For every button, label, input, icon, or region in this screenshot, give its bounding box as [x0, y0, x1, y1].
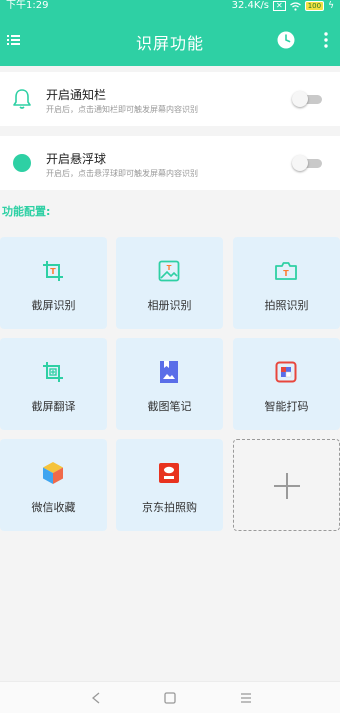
function-tile-screenshot-note[interactable]: 截图笔记: [116, 338, 223, 430]
note-icon: [157, 360, 181, 384]
wifi-icon: [289, 1, 301, 11]
crop-text-icon: T: [41, 259, 65, 283]
battery-icon: 100: [304, 1, 325, 11]
setting-floating-ball: 开启悬浮球 开启后，点击悬浮球即可触发屏幕内容识别: [0, 136, 340, 190]
function-tile-screenshot-ocr[interactable]: T 截屏识别: [0, 237, 107, 329]
more-vert-icon[interactable]: [316, 28, 336, 52]
network-speed: 32.4K/s: [231, 0, 269, 11]
home-icon[interactable]: [162, 690, 178, 706]
setting-title: 开启悬浮球: [46, 152, 107, 166]
toggle-thumb: [292, 91, 308, 107]
function-tile-camera-ocr[interactable]: T 拍照识别: [233, 237, 340, 329]
svg-text:T: T: [50, 267, 56, 276]
wechat-favorites-icon: [41, 461, 65, 485]
setting-notification-bar: 开启通知栏 开启后，点击通知栏即可触发屏幕内容识别: [0, 72, 340, 126]
status-bar: 下午1:29 32.4K/s ✕ 100 ϟ: [0, 0, 340, 14]
mosaic-icon: [274, 360, 298, 384]
setting-description: 开启后，点击通知栏即可触发屏幕内容识别: [46, 105, 198, 114]
sim-icon: ✕: [272, 1, 286, 11]
bell-icon: [10, 87, 34, 111]
tile-label: 拍照识别: [264, 299, 309, 312]
floating-ball-icon: [10, 151, 34, 175]
setting-description: 开启后，点击悬浮球即可触发屏幕内容识别: [46, 169, 198, 178]
section-label: 功能配置:: [2, 205, 51, 218]
function-tile-smart-mosaic[interactable]: 智能打码: [233, 338, 340, 430]
svg-text:T: T: [283, 269, 289, 278]
function-tile-screenshot-translate[interactable]: 截屏翻译: [0, 338, 107, 430]
notification-bar-toggle[interactable]: [292, 91, 322, 107]
camera-text-icon: T: [274, 259, 298, 283]
jd-photo-shop-icon: [157, 461, 181, 485]
tile-label: 截图笔记: [147, 400, 192, 413]
recents-icon[interactable]: [238, 690, 254, 706]
charging-icon: ϟ: [328, 1, 334, 11]
album-icon: T: [157, 259, 181, 283]
tile-label: 截屏识别: [31, 299, 76, 312]
status-right: 32.4K/s ✕ 100 ϟ: [232, 0, 334, 12]
toggle-thumb: [292, 155, 308, 171]
setting-title: 开启通知栏: [46, 88, 107, 102]
tile-label: 截屏翻译: [31, 400, 76, 413]
function-tile-album-ocr[interactable]: T 相册识别: [116, 237, 223, 329]
tile-label: 智能打码: [264, 400, 309, 413]
system-nav-bar: [0, 681, 340, 713]
back-icon[interactable]: [88, 690, 104, 706]
tile-label: 微信收藏: [31, 501, 76, 514]
crop-translate-icon: [41, 360, 65, 384]
floating-ball-toggle[interactable]: [292, 155, 322, 171]
svg-text:T: T: [167, 264, 172, 272]
function-tile-jd-photo-shop[interactable]: 京东拍照购: [116, 439, 223, 531]
clock-icon[interactable]: [274, 28, 298, 52]
plus-icon: [274, 473, 300, 499]
add-function-tile[interactable]: [233, 439, 340, 531]
status-time: 下午1:29: [6, 0, 49, 11]
tile-label: 京东拍照购: [142, 501, 197, 514]
tile-label: 相册识别: [147, 299, 192, 312]
app-bar: 识屏功能: [0, 14, 340, 66]
function-tile-wechat-favorites[interactable]: 微信收藏: [0, 439, 107, 531]
